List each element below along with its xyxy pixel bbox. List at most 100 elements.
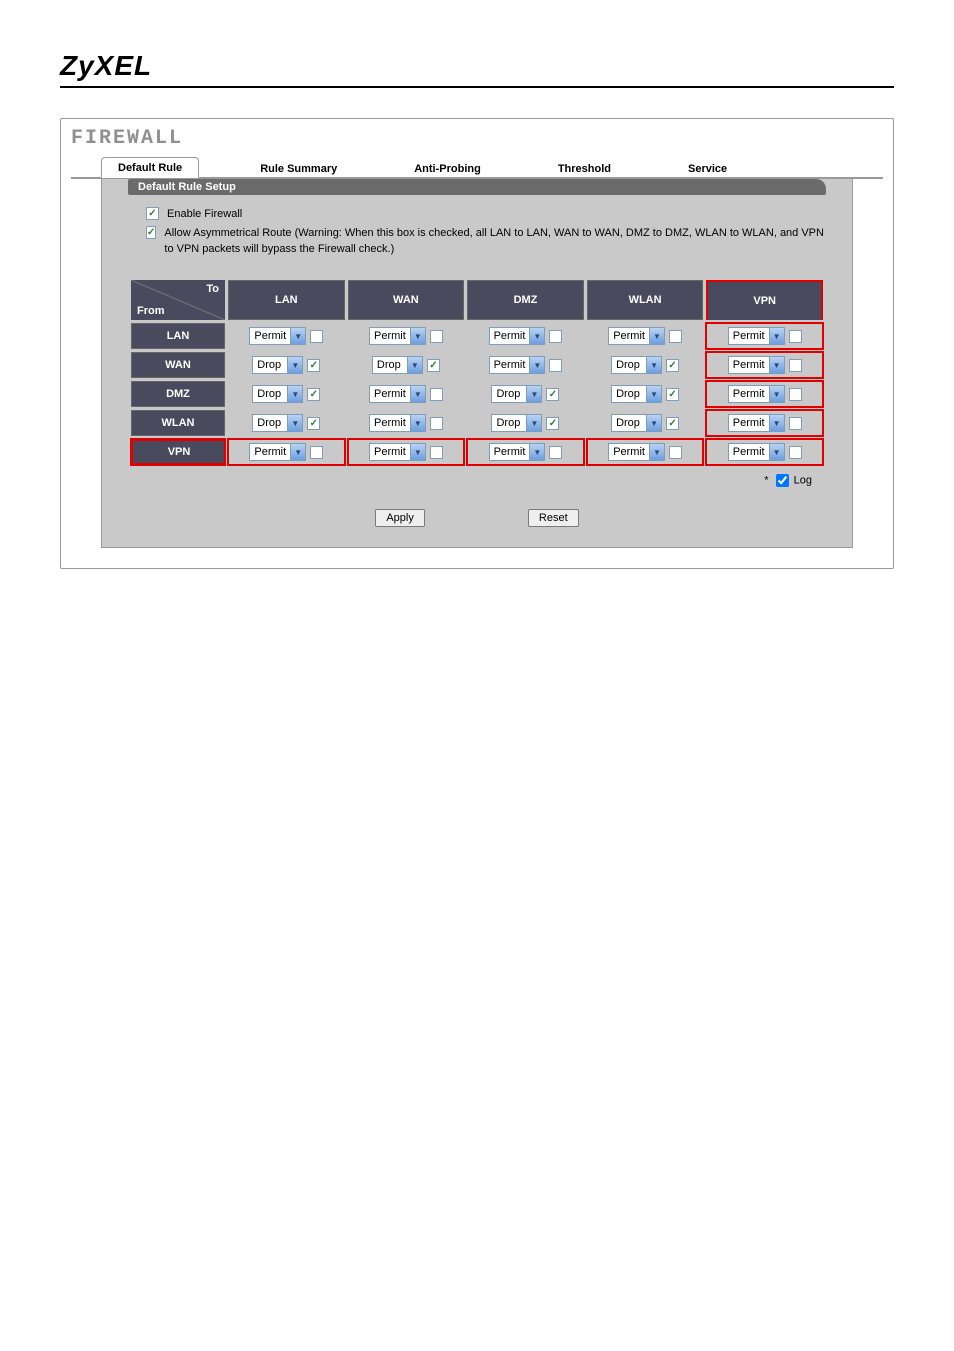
chevron-down-icon: ▼: [769, 357, 784, 373]
cb-wlan-dmz[interactable]: [546, 417, 559, 430]
chevron-down-icon: ▼: [290, 328, 305, 344]
divider: [60, 86, 894, 88]
sel-wan-vpn[interactable]: Permit▼: [728, 356, 785, 374]
sel-wlan-wlan[interactable]: Drop▼: [611, 414, 662, 432]
sel-lan-wlan[interactable]: Permit▼: [608, 327, 665, 345]
sel-wan-wan[interactable]: Drop▼: [372, 356, 423, 374]
cb-vpn-lan[interactable]: [310, 446, 323, 459]
chevron-down-icon: ▼: [646, 357, 661, 373]
row-head-wan: WAN: [131, 352, 225, 378]
cb-vpn-vpn[interactable]: [789, 446, 802, 459]
chevron-down-icon: ▼: [526, 415, 541, 431]
row-head-wlan: WLAN: [131, 410, 225, 436]
sel-dmz-vpn[interactable]: Permit▼: [728, 385, 785, 403]
outer-panel: FIREWALL Default Rule Rule Summary Anti-…: [60, 118, 894, 569]
sel-wlan-vpn[interactable]: Permit▼: [728, 414, 785, 432]
cb-vpn-wan[interactable]: [430, 446, 443, 459]
col-head-dmz: DMZ: [467, 280, 584, 320]
sel-dmz-wan[interactable]: Permit▼: [369, 385, 426, 403]
cb-vpn-dmz[interactable]: [549, 446, 562, 459]
sel-wlan-lan[interactable]: Drop▼: [252, 414, 303, 432]
tab-rule-summary[interactable]: Rule Summary: [244, 159, 353, 178]
chevron-down-icon: ▼: [769, 328, 784, 344]
cb-dmz-wan[interactable]: [430, 388, 443, 401]
cb-wan-dmz[interactable]: [549, 359, 562, 372]
chevron-down-icon: ▼: [410, 444, 425, 460]
chevron-down-icon: ▼: [287, 357, 302, 373]
chevron-down-icon: ▼: [649, 444, 664, 460]
chevron-down-icon: ▼: [526, 386, 541, 402]
sel-dmz-wlan[interactable]: Drop▼: [611, 385, 662, 403]
chevron-down-icon: ▼: [646, 386, 661, 402]
sel-dmz-dmz[interactable]: Drop▼: [491, 385, 542, 403]
sel-vpn-wan[interactable]: Permit▼: [369, 443, 426, 461]
sel-vpn-dmz[interactable]: Permit▼: [489, 443, 546, 461]
cb-lan-wlan[interactable]: [669, 330, 682, 343]
inner-panel: Default Rule Setup Enable Firewall Allow…: [101, 179, 853, 548]
chevron-down-icon: ▼: [410, 415, 425, 431]
sel-wan-lan[interactable]: Drop▼: [252, 356, 303, 374]
sel-lan-wan[interactable]: Permit▼: [369, 327, 426, 345]
cb-lan-vpn[interactable]: [789, 330, 802, 343]
tab-anti-probing[interactable]: Anti-Probing: [398, 159, 497, 178]
cb-wlan-lan[interactable]: [307, 417, 320, 430]
sel-wlan-dmz[interactable]: Drop▼: [491, 414, 542, 432]
logo: ZyXEL: [60, 50, 894, 82]
col-head-wlan: WLAN: [587, 280, 704, 320]
firewall-matrix: To From LAN WAN DMZ WLAN VPN LAN Permit▼…: [128, 277, 826, 468]
cb-wan-lan[interactable]: [307, 359, 320, 372]
cb-wan-wan[interactable]: [427, 359, 440, 372]
sel-vpn-vpn[interactable]: Permit▼: [728, 443, 785, 461]
reset-button[interactable]: Reset: [528, 509, 579, 527]
section-title: Default Rule Setup: [128, 179, 826, 195]
sel-vpn-lan[interactable]: Permit▼: [249, 443, 306, 461]
chevron-down-icon: ▼: [407, 357, 422, 373]
cb-lan-wan[interactable]: [430, 330, 443, 343]
chevron-down-icon: ▼: [649, 328, 664, 344]
col-head-lan: LAN: [228, 280, 345, 320]
sel-lan-vpn[interactable]: Permit▼: [728, 327, 785, 345]
chevron-down-icon: ▼: [287, 386, 302, 402]
chevron-down-icon: ▼: [529, 444, 544, 460]
asym-route-checkbox[interactable]: [146, 226, 156, 239]
chevron-down-icon: ▼: [287, 415, 302, 431]
chevron-down-icon: ▼: [410, 328, 425, 344]
tab-threshold[interactable]: Threshold: [542, 159, 627, 178]
cb-lan-dmz[interactable]: [549, 330, 562, 343]
sel-wlan-wan[interactable]: Permit▼: [369, 414, 426, 432]
sel-wan-dmz[interactable]: Permit▼: [489, 356, 546, 374]
apply-button[interactable]: Apply: [375, 509, 425, 527]
row-head-dmz: DMZ: [131, 381, 225, 407]
log-checkbox[interactable]: [776, 474, 789, 487]
enable-firewall-label: Enable Firewall: [167, 207, 242, 222]
enable-firewall-checkbox[interactable]: [146, 207, 159, 220]
cb-dmz-wlan[interactable]: [666, 388, 679, 401]
log-label: Log: [794, 475, 812, 487]
cb-wlan-wan[interactable]: [430, 417, 443, 430]
row-head-lan: LAN: [131, 323, 225, 349]
sel-lan-lan[interactable]: Permit▼: [249, 327, 306, 345]
cb-vpn-wlan[interactable]: [669, 446, 682, 459]
chevron-down-icon: ▼: [529, 328, 544, 344]
cb-lan-lan[interactable]: [310, 330, 323, 343]
sel-lan-dmz[interactable]: Permit▼: [489, 327, 546, 345]
log-prefix: *: [764, 475, 768, 487]
cb-dmz-dmz[interactable]: [546, 388, 559, 401]
cb-dmz-lan[interactable]: [307, 388, 320, 401]
asym-route-label: Allow Asymmetrical Route (Warning: When …: [164, 226, 832, 257]
tab-service[interactable]: Service: [672, 159, 743, 178]
tabs: Default Rule Rule Summary Anti-Probing T…: [71, 156, 883, 179]
col-head-wan: WAN: [348, 280, 465, 320]
chevron-down-icon: ▼: [769, 386, 784, 402]
corner-from-label: From: [137, 305, 165, 317]
cb-dmz-vpn[interactable]: [789, 388, 802, 401]
tab-default-rule[interactable]: Default Rule: [101, 157, 199, 178]
sel-dmz-lan[interactable]: Drop▼: [252, 385, 303, 403]
cb-wlan-wlan[interactable]: [666, 417, 679, 430]
chevron-down-icon: ▼: [769, 415, 784, 431]
sel-wan-wlan[interactable]: Drop▼: [611, 356, 662, 374]
cb-wan-wlan[interactable]: [666, 359, 679, 372]
cb-wan-vpn[interactable]: [789, 359, 802, 372]
cb-wlan-vpn[interactable]: [789, 417, 802, 430]
sel-vpn-wlan[interactable]: Permit▼: [608, 443, 665, 461]
